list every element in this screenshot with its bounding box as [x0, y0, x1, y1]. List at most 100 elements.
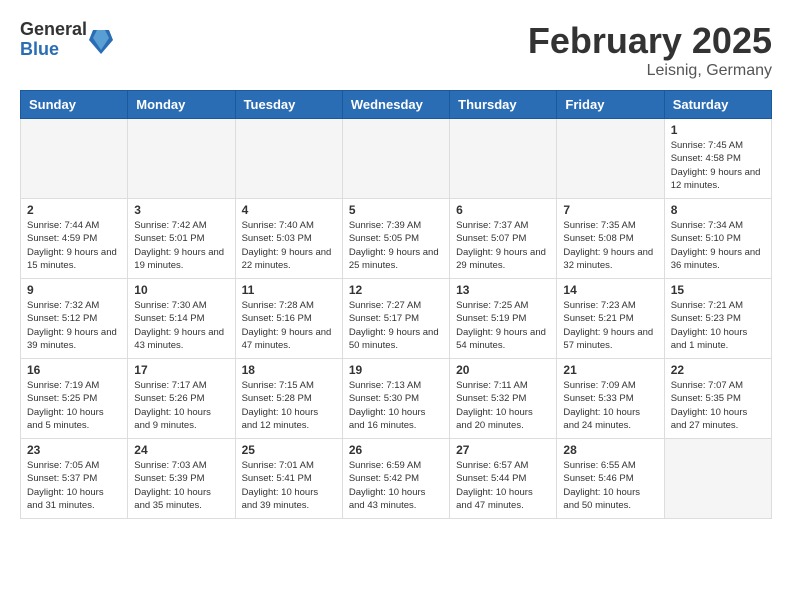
calendar-cell: 13 Sunrise: 7:25 AM Sunset: 5:19 PM Dayli… [450, 279, 557, 359]
calendar-cell: 22 Sunrise: 7:07 AM Sunset: 5:35 PM Dayli… [664, 359, 771, 439]
calendar-cell: 6 Sunrise: 7:37 AM Sunset: 5:07 PM Daylig… [450, 199, 557, 279]
calendar-cell: 24 Sunrise: 7:03 AM Sunset: 5:39 PM Dayli… [128, 439, 235, 519]
calendar-week-2: 2 Sunrise: 7:44 AM Sunset: 4:59 PM Daylig… [21, 199, 772, 279]
day-info: Sunrise: 7:28 AM Sunset: 5:16 PM Dayligh… [242, 299, 336, 352]
day-number: 13 [456, 283, 550, 297]
calendar-week-3: 9 Sunrise: 7:32 AM Sunset: 5:12 PM Daylig… [21, 279, 772, 359]
day-number: 17 [134, 363, 228, 377]
day-number: 28 [563, 443, 657, 457]
day-number: 4 [242, 203, 336, 217]
col-header-monday: Monday [128, 91, 235, 119]
day-info: Sunrise: 6:55 AM Sunset: 5:46 PM Dayligh… [563, 459, 657, 512]
day-number: 3 [134, 203, 228, 217]
day-info: Sunrise: 7:01 AM Sunset: 5:41 PM Dayligh… [242, 459, 336, 512]
col-header-sunday: Sunday [21, 91, 128, 119]
calendar-cell [342, 119, 449, 199]
logo-icon [89, 26, 113, 54]
day-number: 18 [242, 363, 336, 377]
day-info: Sunrise: 7:35 AM Sunset: 5:08 PM Dayligh… [563, 219, 657, 272]
day-number: 23 [27, 443, 121, 457]
calendar-cell [664, 439, 771, 519]
day-info: Sunrise: 6:57 AM Sunset: 5:44 PM Dayligh… [456, 459, 550, 512]
day-info: Sunrise: 7:25 AM Sunset: 5:19 PM Dayligh… [456, 299, 550, 352]
day-info: Sunrise: 6:59 AM Sunset: 5:42 PM Dayligh… [349, 459, 443, 512]
calendar-cell: 11 Sunrise: 7:28 AM Sunset: 5:16 PM Dayli… [235, 279, 342, 359]
day-info: Sunrise: 7:09 AM Sunset: 5:33 PM Dayligh… [563, 379, 657, 432]
day-number: 7 [563, 203, 657, 217]
calendar-cell: 26 Sunrise: 6:59 AM Sunset: 5:42 PM Dayli… [342, 439, 449, 519]
day-info: Sunrise: 7:32 AM Sunset: 5:12 PM Dayligh… [27, 299, 121, 352]
day-number: 26 [349, 443, 443, 457]
calendar-cell: 21 Sunrise: 7:09 AM Sunset: 5:33 PM Dayli… [557, 359, 664, 439]
calendar-cell: 5 Sunrise: 7:39 AM Sunset: 5:05 PM Daylig… [342, 199, 449, 279]
day-number: 20 [456, 363, 550, 377]
calendar-cell: 14 Sunrise: 7:23 AM Sunset: 5:21 PM Dayli… [557, 279, 664, 359]
day-number: 16 [27, 363, 121, 377]
col-header-thursday: Thursday [450, 91, 557, 119]
logo-blue: Blue [20, 40, 87, 60]
day-number: 2 [27, 203, 121, 217]
day-info: Sunrise: 7:44 AM Sunset: 4:59 PM Dayligh… [27, 219, 121, 272]
day-info: Sunrise: 7:05 AM Sunset: 5:37 PM Dayligh… [27, 459, 121, 512]
calendar-cell: 28 Sunrise: 6:55 AM Sunset: 5:46 PM Dayli… [557, 439, 664, 519]
day-info: Sunrise: 7:17 AM Sunset: 5:26 PM Dayligh… [134, 379, 228, 432]
day-info: Sunrise: 7:07 AM Sunset: 5:35 PM Dayligh… [671, 379, 765, 432]
day-number: 8 [671, 203, 765, 217]
calendar-week-4: 16 Sunrise: 7:19 AM Sunset: 5:25 PM Dayli… [21, 359, 772, 439]
day-number: 24 [134, 443, 228, 457]
day-number: 11 [242, 283, 336, 297]
calendar-cell: 23 Sunrise: 7:05 AM Sunset: 5:37 PM Dayli… [21, 439, 128, 519]
day-info: Sunrise: 7:03 AM Sunset: 5:39 PM Dayligh… [134, 459, 228, 512]
col-header-tuesday: Tuesday [235, 91, 342, 119]
calendar-cell: 15Sunrise: 7:21 AM Sunset: 5:23 PM Dayli… [664, 279, 771, 359]
day-info: Sunrise: 7:39 AM Sunset: 5:05 PM Dayligh… [349, 219, 443, 272]
col-header-friday: Friday [557, 91, 664, 119]
calendar-week-1: 1Sunrise: 7:45 AM Sunset: 4:58 PM Daylig… [21, 119, 772, 199]
day-number: 5 [349, 203, 443, 217]
calendar-table: SundayMondayTuesdayWednesdayThursdayFrid… [20, 90, 772, 519]
calendar-cell: 2 Sunrise: 7:44 AM Sunset: 4:59 PM Daylig… [21, 199, 128, 279]
day-info: Sunrise: 7:40 AM Sunset: 5:03 PM Dayligh… [242, 219, 336, 272]
day-info: Sunrise: 7:11 AM Sunset: 5:32 PM Dayligh… [456, 379, 550, 432]
location: Leisnig, Germany [528, 62, 772, 80]
calendar-cell: 17 Sunrise: 7:17 AM Sunset: 5:26 PM Dayli… [128, 359, 235, 439]
day-number: 22 [671, 363, 765, 377]
col-header-saturday: Saturday [664, 91, 771, 119]
title-section: February 2025 Leisnig, Germany [528, 20, 772, 80]
calendar-week-5: 23 Sunrise: 7:05 AM Sunset: 5:37 PM Dayli… [21, 439, 772, 519]
day-number: 27 [456, 443, 550, 457]
month-title: February 2025 [528, 20, 772, 62]
day-info: Sunrise: 7:45 AM Sunset: 4:58 PM Dayligh… [671, 139, 765, 192]
day-number: 21 [563, 363, 657, 377]
day-info: Sunrise: 7:27 AM Sunset: 5:17 PM Dayligh… [349, 299, 443, 352]
calendar-cell: 8Sunrise: 7:34 AM Sunset: 5:10 PM Daylig… [664, 199, 771, 279]
calendar-cell [557, 119, 664, 199]
calendar-cell [128, 119, 235, 199]
day-info: Sunrise: 7:42 AM Sunset: 5:01 PM Dayligh… [134, 219, 228, 272]
calendar-cell: 18 Sunrise: 7:15 AM Sunset: 5:28 PM Dayli… [235, 359, 342, 439]
calendar-cell: 9 Sunrise: 7:32 AM Sunset: 5:12 PM Daylig… [21, 279, 128, 359]
day-number: 25 [242, 443, 336, 457]
day-number: 15 [671, 283, 765, 297]
day-number: 10 [134, 283, 228, 297]
page-header: General Blue February 2025 Leisnig, Germ… [20, 20, 772, 80]
calendar-cell: 25 Sunrise: 7:01 AM Sunset: 5:41 PM Dayli… [235, 439, 342, 519]
calendar-cell: 4 Sunrise: 7:40 AM Sunset: 5:03 PM Daylig… [235, 199, 342, 279]
calendar-cell: 27 Sunrise: 6:57 AM Sunset: 5:44 PM Dayli… [450, 439, 557, 519]
calendar-cell [21, 119, 128, 199]
day-number: 14 [563, 283, 657, 297]
calendar-cell: 10Sunrise: 7:30 AM Sunset: 5:14 PM Dayli… [128, 279, 235, 359]
day-info: Sunrise: 7:15 AM Sunset: 5:28 PM Dayligh… [242, 379, 336, 432]
calendar-cell: 3 Sunrise: 7:42 AM Sunset: 5:01 PM Daylig… [128, 199, 235, 279]
day-info: Sunrise: 7:37 AM Sunset: 5:07 PM Dayligh… [456, 219, 550, 272]
day-info: Sunrise: 7:23 AM Sunset: 5:21 PM Dayligh… [563, 299, 657, 352]
day-info: Sunrise: 7:13 AM Sunset: 5:30 PM Dayligh… [349, 379, 443, 432]
day-number: 6 [456, 203, 550, 217]
day-number: 12 [349, 283, 443, 297]
day-info: Sunrise: 7:19 AM Sunset: 5:25 PM Dayligh… [27, 379, 121, 432]
calendar-cell: 1Sunrise: 7:45 AM Sunset: 4:58 PM Daylig… [664, 119, 771, 199]
logo-general: General [20, 20, 87, 40]
calendar-cell: 16 Sunrise: 7:19 AM Sunset: 5:25 PM Dayli… [21, 359, 128, 439]
calendar-header-row: SundayMondayTuesdayWednesdayThursdayFrid… [21, 91, 772, 119]
day-number: 9 [27, 283, 121, 297]
